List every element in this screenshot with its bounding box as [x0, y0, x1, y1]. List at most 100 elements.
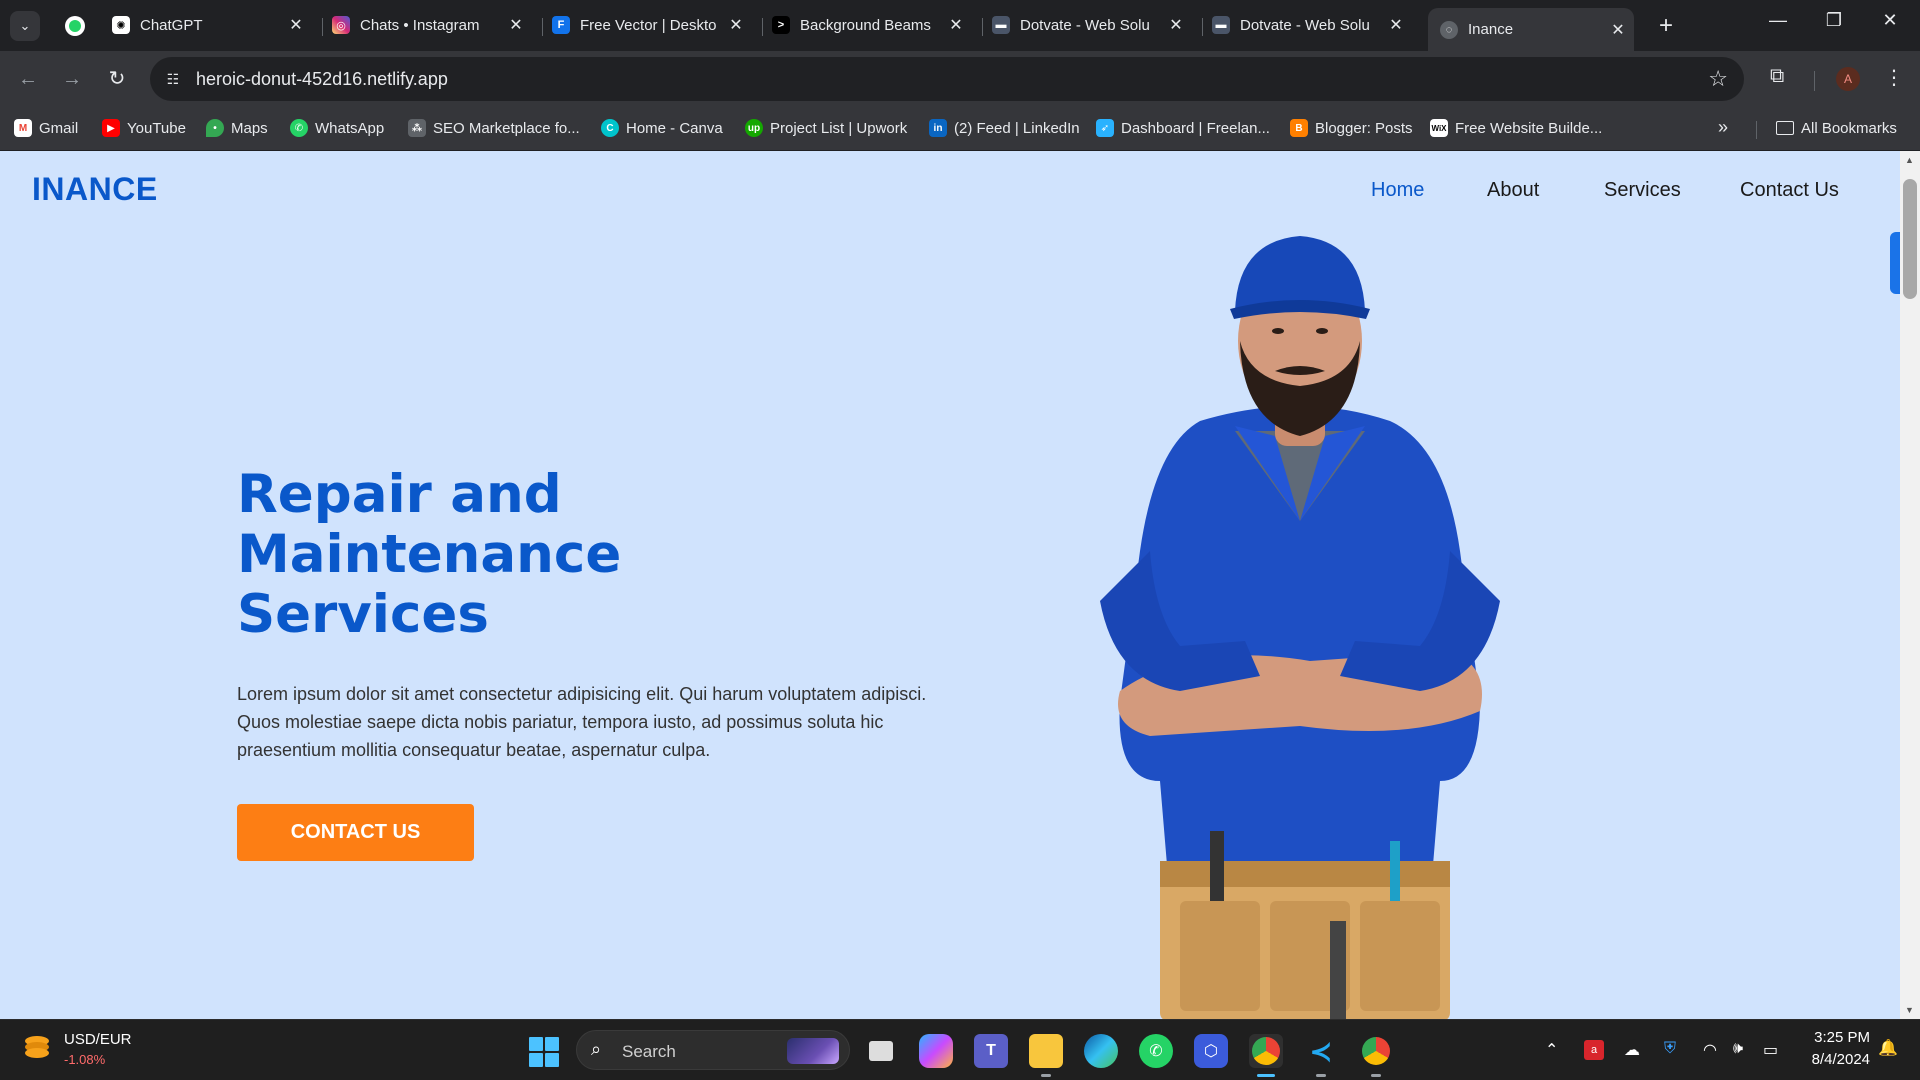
scroll-indicator — [1890, 232, 1900, 294]
bookmark-gmail[interactable]: M Gmail — [14, 117, 78, 139]
close-icon[interactable]: ✕ — [506, 15, 526, 35]
bookmark-whatsapp[interactable]: ✆ WhatsApp — [290, 117, 384, 139]
nav-about[interactable]: About — [1487, 179, 1539, 202]
vscode-icon[interactable]: ≺ — [1304, 1034, 1338, 1077]
tab-freepik[interactable]: F Free Vector | Deskto ✕ — [552, 8, 752, 42]
nav-home[interactable]: Home — [1371, 179, 1424, 202]
teams-icon[interactable]: T — [974, 1034, 1008, 1068]
whatsapp-icon[interactable]: ✆ — [1139, 1034, 1173, 1068]
bookmark-seo[interactable]: ⁂ SEO Marketplace fo... — [408, 117, 580, 139]
bookmark-upwork[interactable]: up Project List | Upwork — [745, 117, 907, 139]
bookmark-label: Project List | Upwork — [770, 119, 908, 137]
minimize-icon: — — [1769, 10, 1787, 30]
menu-icon[interactable]: ⋮ — [1884, 65, 1904, 90]
copilot-icon[interactable] — [919, 1034, 953, 1068]
close-icon[interactable]: ✕ — [946, 15, 966, 35]
widget-change: -1.08% — [64, 1052, 106, 1067]
taskbar-search[interactable]: ⌕ Search — [576, 1030, 850, 1070]
profile-avatar[interactable]: A — [1836, 67, 1860, 91]
bookmark-blogger[interactable]: B Blogger: Posts — [1290, 117, 1413, 139]
clock-date[interactable]: 8/4/2024 — [1800, 1051, 1870, 1068]
bookmark-youtube[interactable]: ▶ YouTube — [102, 117, 186, 139]
tab-background-beams[interactable]: > Background Beams ✕ — [772, 8, 972, 42]
globe-icon: ◌ — [1440, 20, 1458, 39]
widget-title[interactable]: USD/EUR — [64, 1031, 132, 1048]
settings-icon[interactable]: ⬡ — [1194, 1034, 1228, 1068]
close-icon[interactable]: ✕ — [1386, 15, 1406, 35]
tab-chatgpt[interactable]: ✺ ChatGPT ✕ — [112, 8, 312, 42]
close-icon[interactable]: ✕ — [1166, 15, 1186, 35]
task-view-icon[interactable] — [864, 1034, 898, 1068]
chevron-up-icon[interactable]: ⌃ — [1545, 1040, 1558, 1060]
bookmark-star-icon[interactable]: ☆ — [1708, 66, 1728, 92]
instagram-icon: ◎ — [332, 16, 350, 34]
more-bookmarks-icon[interactable]: » — [1718, 117, 1728, 138]
notification-bell-icon[interactable]: 🔔 — [1878, 1038, 1898, 1058]
wifi-icon[interactable]: ◠ — [1703, 1040, 1717, 1060]
bookmark-wix[interactable]: WiX Free Website Builde... — [1430, 117, 1602, 139]
defender-icon[interactable]: ⛨ — [1664, 1040, 1676, 1058]
all-bookmarks-button[interactable]: All Bookmarks — [1776, 117, 1897, 139]
chatgpt-icon: ✺ — [112, 16, 130, 34]
tab-title: Dotvate - Web Solu — [1020, 16, 1150, 34]
close-icon[interactable]: ✕ — [726, 15, 746, 35]
dotvate-icon: ▬ — [992, 16, 1010, 34]
site-logo[interactable]: INANCE — [32, 171, 158, 208]
scrollbar-thumb[interactable] — [1903, 179, 1917, 299]
close-icon[interactable]: ✕ — [286, 15, 306, 35]
onedrive-icon[interactable]: ☁ — [1624, 1040, 1640, 1060]
minimize-button[interactable]: — — [1758, 10, 1798, 31]
extensions-icon[interactable]: ⧉ — [1770, 65, 1784, 88]
app-tray-icon[interactable]: a — [1584, 1040, 1604, 1060]
tab-strip: ⌄ ✺ ChatGPT ✕ ◎ Chats • Instagram ✕ F Fr… — [0, 0, 1920, 51]
bookmark-canva[interactable]: C Home - Canva — [601, 117, 723, 139]
clock-time[interactable]: 3:25 PM — [1800, 1029, 1870, 1046]
page-scrollbar[interactable]: ▲ ▼ — [1900, 151, 1920, 1019]
pinned-tab-whatsapp[interactable] — [60, 11, 90, 41]
address-bar[interactable]: ☷ heroic-donut-452d16.netlify.app ☆ — [150, 57, 1744, 101]
site-info-icon[interactable]: ☷ — [162, 68, 184, 90]
edge-icon[interactable] — [1084, 1034, 1118, 1068]
back-button[interactable]: ← — [14, 65, 42, 93]
dotvate-icon: ▬ — [1212, 16, 1230, 34]
bookmark-label: Dashboard | Freelan... — [1121, 119, 1270, 137]
battery-icon[interactable]: ▭ — [1763, 1040, 1778, 1060]
chrome-icon[interactable] — [1359, 1034, 1393, 1077]
url-text[interactable]: heroic-donut-452d16.netlify.app — [196, 69, 448, 90]
tab-divider — [762, 18, 763, 36]
maps-icon: • — [206, 119, 224, 137]
bookmark-freelancer[interactable]: ➶ Dashboard | Freelan... — [1096, 117, 1270, 139]
start-button[interactable] — [529, 1037, 559, 1067]
tab-inance[interactable]: ◌ Inance ✕ — [1428, 8, 1634, 51]
bookmark-linkedin[interactable]: in (2) Feed | LinkedIn — [929, 117, 1080, 139]
tab-title: Inance — [1468, 21, 1514, 38]
currency-widget-icon[interactable] — [22, 1032, 52, 1062]
reload-button[interactable]: ↻ — [103, 65, 131, 93]
close-window-button[interactable]: ✕ — [1870, 10, 1910, 31]
file-explorer-icon[interactable] — [1029, 1034, 1063, 1077]
nav-contact[interactable]: Contact Us — [1740, 179, 1839, 202]
bookmark-label: SEO Marketplace fo... — [433, 119, 580, 137]
bookmark-label: Gmail — [39, 119, 79, 137]
scroll-up-icon[interactable]: ▲ — [1905, 155, 1914, 165]
forward-button[interactable]: → — [58, 65, 86, 93]
new-tab-button[interactable]: + — [1652, 12, 1680, 40]
nav-services[interactable]: Services — [1604, 179, 1681, 202]
seo-icon: ⁂ — [408, 119, 426, 137]
tab-dotvate-1[interactable]: ▬ Dotvate - Web Solu ✕ — [992, 8, 1192, 42]
restore-button[interactable]: ❐ — [1814, 10, 1854, 31]
tab-dotvate-2[interactable]: ▬ Dotvate - Web Solu ✕ — [1212, 8, 1412, 42]
wix-icon: WiX — [1430, 119, 1448, 137]
tab-instagram[interactable]: ◎ Chats • Instagram ✕ — [332, 8, 532, 42]
arrow-right-icon: → — [62, 68, 82, 90]
tab-search-button[interactable]: ⌄ — [10, 11, 40, 41]
contact-us-button[interactable]: CONTACT US — [237, 804, 474, 861]
tab-divider — [1202, 18, 1203, 36]
close-icon[interactable]: ✕ — [1608, 20, 1628, 40]
bookmark-maps[interactable]: • Maps — [206, 117, 268, 139]
windows-taskbar: USD/EUR -1.08% ⌕ Search T ✆ ⬡ ≺ ⌃ a ☁ ⛨ … — [0, 1019, 1920, 1080]
chrome-icon[interactable] — [1249, 1034, 1283, 1077]
scroll-down-icon[interactable]: ▼ — [1905, 1005, 1914, 1015]
volume-icon[interactable]: 🕪 — [1733, 1040, 1743, 1058]
folder-icon — [1776, 121, 1794, 135]
